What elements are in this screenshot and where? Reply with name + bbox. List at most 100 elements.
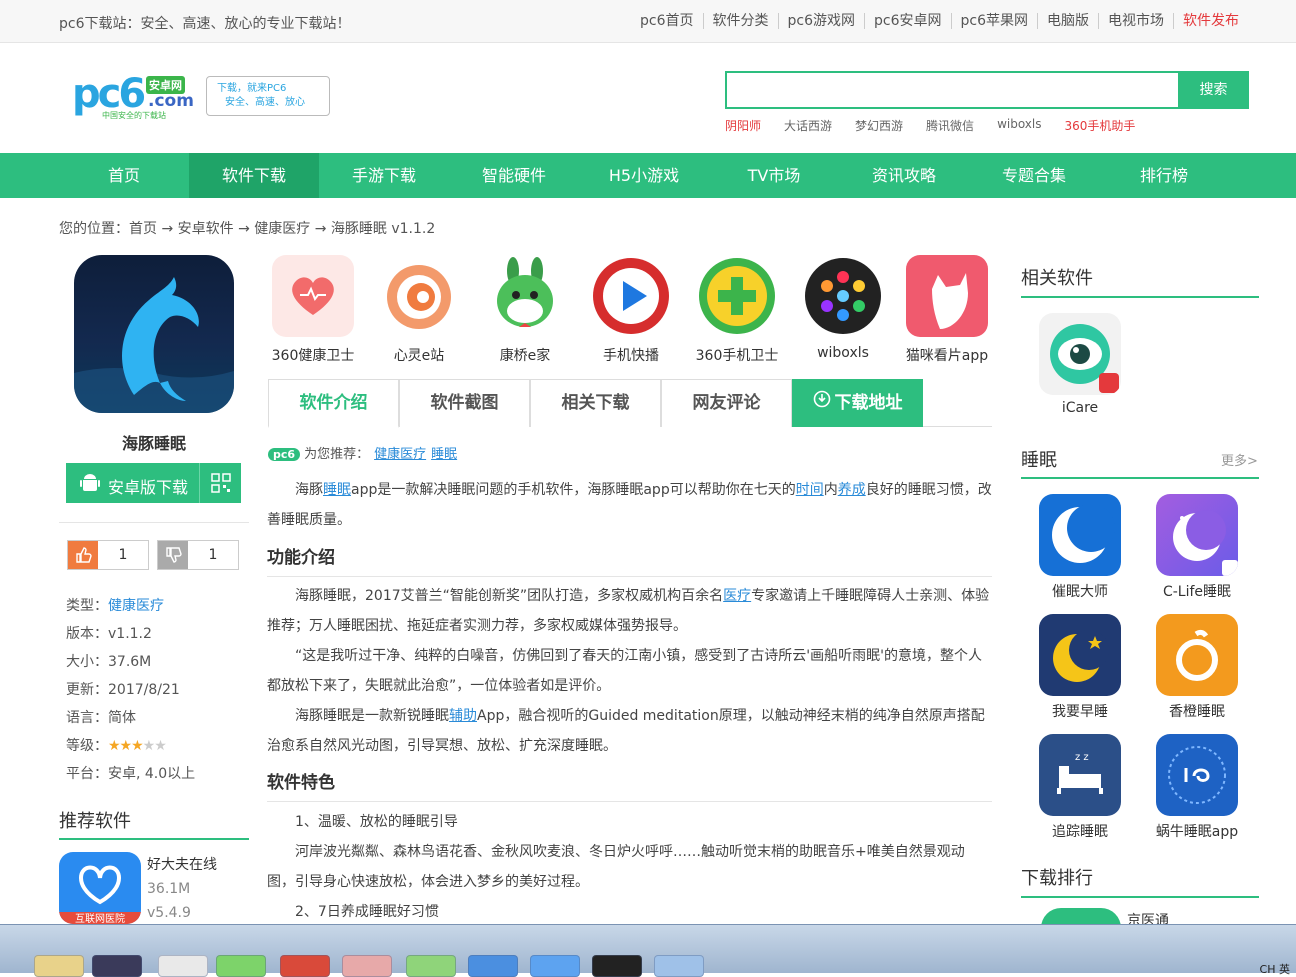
tab-download-label: 下载地址 <box>834 393 903 413</box>
divider <box>59 838 249 840</box>
tab-intro[interactable]: 软件介绍 <box>268 379 399 428</box>
related-app[interactable]: 手机快播 <box>586 255 676 365</box>
like-count: 1 <box>118 547 128 563</box>
top-link-publish[interactable]: 软件发布 <box>1173 13 1248 29</box>
intro-paragraph: 海豚睡眠app是一款解决睡眠问题的手机软件，海豚睡眠app可以帮助你在七天的时间… <box>267 482 992 528</box>
related-app[interactable]: 心灵e站 <box>374 255 464 365</box>
more-link[interactable]: 更多> <box>1221 450 1258 469</box>
plus-shield-icon <box>696 255 778 337</box>
search-button[interactable]: 搜索 <box>1178 71 1249 109</box>
like-button[interactable]: 1 <box>67 540 149 570</box>
hot-word[interactable]: 大话西游 <box>784 117 832 134</box>
related-app[interactable]: 康桥e家 <box>480 255 570 365</box>
recommend-line: pc6 为您推荐： 健康医疗 睡眠 <box>268 443 457 462</box>
tag-link[interactable]: 睡眠 <box>431 447 457 462</box>
app-icon[interactable] <box>216 955 266 977</box>
related-software-title: 相关软件 <box>1021 268 1093 289</box>
hot-word[interactable]: 阴阳师 <box>725 117 761 134</box>
top-link-apple[interactable]: pc6苹果网 <box>950 13 1038 29</box>
nav-h5-games[interactable]: H5小游戏 <box>579 153 709 198</box>
info-language: 语言：简体 <box>66 710 136 726</box>
keyword-link[interactable]: 医疗 <box>723 588 751 604</box>
keyword-link[interactable]: 辅助 <box>449 708 477 724</box>
tab-download[interactable]: 下载地址 <box>792 379 923 427</box>
download-rank-title: 下载排行 <box>1021 868 1093 889</box>
recommend-item-info: 好大夫在线 36.1M v5.4.9 <box>147 853 217 925</box>
terminal-icon[interactable] <box>592 955 642 977</box>
keyword-link[interactable]: 时间 <box>796 482 824 498</box>
nav-mobile-games[interactable]: 手游下载 <box>319 153 449 198</box>
app-info: 类型：健康医疗 版本：v1.1.2 大小：37.6M 更新：2017/8/21 … <box>66 592 195 788</box>
android-icon <box>80 474 100 491</box>
nav-news[interactable]: 资讯攻略 <box>839 153 969 198</box>
nav-topics[interactable]: 专题合集 <box>969 153 1099 198</box>
recommend-title: 推荐软件 <box>59 811 131 832</box>
tab-comments[interactable]: 网友评论 <box>661 379 792 427</box>
sleep-app-label: 催眠大师 <box>1052 584 1108 600</box>
nav-ranking[interactable]: 排行榜 <box>1099 153 1229 198</box>
qr-code-icon[interactable] <box>199 463 241 503</box>
keyword-link[interactable]: 养成 <box>838 482 866 498</box>
related-app[interactable]: 360健康卫士 <box>268 255 358 365</box>
bed-icon[interactable]: z z <box>1039 734 1121 816</box>
related-app[interactable]: 猫咪看片app <box>902 255 992 365</box>
hot-word[interactable]: wiboxls <box>997 117 1041 134</box>
cat-icon <box>906 255 988 337</box>
feature-1: 1、温暖、放松的睡眠引导 <box>295 814 458 830</box>
top-link-home[interactable]: pc6首页 <box>631 13 703 29</box>
top-link-tv[interactable]: 电视市场 <box>1098 13 1173 29</box>
app-name: 海豚睡眠 <box>121 434 186 453</box>
app-icon[interactable] <box>654 955 704 977</box>
hot-word[interactable]: 腾讯微信 <box>926 117 974 134</box>
snail-icon[interactable] <box>1156 734 1238 816</box>
ide-icon[interactable] <box>92 955 142 977</box>
system-tray[interactable]: CH 英 <box>1260 961 1290 977</box>
type-link[interactable]: 健康医疗 <box>108 598 164 614</box>
sleep-app-label: C-Life睡眠 <box>1162 584 1232 600</box>
orange-icon[interactable] <box>1156 614 1238 696</box>
top-link-pc[interactable]: 电脑版 <box>1037 13 1098 29</box>
sleep-section-title: 睡眠 <box>1021 450 1057 471</box>
star-rating: ★★★★★ <box>108 738 167 754</box>
keyword-link[interactable]: 睡眠 <box>323 482 351 498</box>
tag-link[interactable]: 健康医疗 <box>374 447 426 462</box>
haodaifu-app-icon[interactable]: 互联网医院 <box>59 852 141 924</box>
filezilla-icon[interactable] <box>280 955 330 977</box>
hot-word[interactable]: 梦幻西游 <box>855 117 903 134</box>
dolphin-app-icon <box>74 255 234 413</box>
clife-moon-icon[interactable] <box>1156 494 1238 576</box>
info-version: 版本：v1.1.2 <box>66 626 152 642</box>
hot-word[interactable]: 360手机助手 <box>1065 117 1136 134</box>
related-app[interactable]: 360手机卫士 <box>692 255 782 365</box>
top-link-games[interactable]: pc6游戏网 <box>777 13 865 29</box>
moon-app-icon[interactable] <box>1039 494 1121 576</box>
nav-software[interactable]: 软件下载 <box>189 153 319 198</box>
nav-tv-market[interactable]: TV市场 <box>709 153 839 198</box>
dots-icon <box>802 255 884 337</box>
badge-line-1: 下载，就来PC6 <box>217 83 287 94</box>
nav-home[interactable]: 首页 <box>59 153 189 198</box>
dislike-button[interactable]: 1 <box>157 540 239 570</box>
folder-icon[interactable] <box>34 955 84 977</box>
top-links: pc6首页 软件分类 pc6游戏网 pc6安卓网 pc6苹果网 电脑版 电视市场… <box>631 13 1248 29</box>
search-input[interactable] <box>725 71 1178 109</box>
top-link-categories[interactable]: 软件分类 <box>702 13 778 29</box>
content-tabs: 软件介绍 软件截图 相关下载 网友评论 下载地址 <box>268 379 992 428</box>
chrome-icon[interactable] <box>158 955 208 977</box>
tab-screenshots[interactable]: 软件截图 <box>399 379 530 427</box>
crescent-star-icon[interactable] <box>1039 614 1121 696</box>
android-download-button[interactable]: 安卓版下载 <box>66 463 241 503</box>
site-logo[interactable]: pc6 安卓网 .com 中国安全的下载站 下载，就来PC6 安全、高速、放心 <box>72 72 332 120</box>
wechat-icon[interactable] <box>406 955 456 977</box>
tab-related[interactable]: 相关下载 <box>530 379 661 427</box>
app-icon[interactable] <box>468 955 518 977</box>
related-app[interactable]: wiboxls <box>798 255 888 361</box>
app-icon[interactable] <box>342 955 392 977</box>
eye-app-icon[interactable] <box>1039 313 1121 395</box>
recommend-item-name[interactable]: 好大夫在线 <box>147 853 217 877</box>
top-link-android[interactable]: pc6安卓网 <box>864 13 951 29</box>
site-slogan: pc6下载站：安全、高速、放心的专业下载站！ <box>59 16 351 32</box>
app-icon[interactable] <box>530 955 580 977</box>
nav-smart-hardware[interactable]: 智能硬件 <box>449 153 579 198</box>
download-circle-icon <box>813 380 831 426</box>
